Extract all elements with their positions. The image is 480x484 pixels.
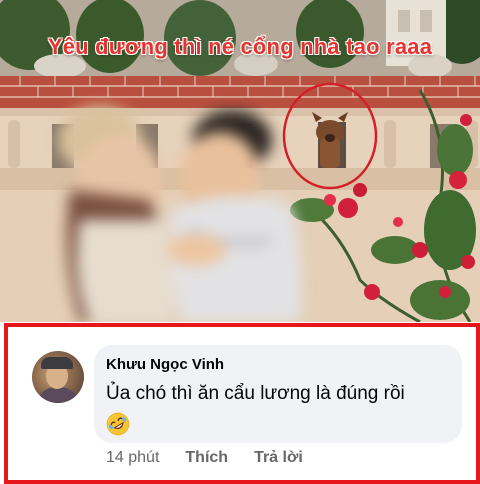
comment-author[interactable]: Khưu Ngọc Vinh [106,356,224,373]
avatar-body [36,387,80,403]
brick-rail [0,76,480,108]
comment-timestamp[interactable]: 14 phút [106,449,159,467]
comment-highlight-box: Khưu Ngọc Vinh Ủa chó thì ăn cẩu lương l… [4,323,480,484]
rolling-on-floor-laughing-icon [106,412,130,436]
meme-photo: Yêu đương thì né cổng nhà tao raaa [0,0,480,322]
comment-actions: 14 phút Thích Trả lời [106,449,303,467]
avatar[interactable] [32,351,84,403]
like-button[interactable]: Thích [185,449,228,467]
reply-button[interactable]: Trả lời [254,449,303,467]
meme-caption: Yêu đương thì né cổng nhà tao raaa [47,34,433,59]
avatar-hat [41,357,73,369]
comment-bubble: Khưu Ngọc Vinh Ủa chó thì ăn cẩu lương l… [94,345,462,443]
comment-text: Ủa chó thì ăn cẩu lương là đúng rồi [106,383,405,404]
